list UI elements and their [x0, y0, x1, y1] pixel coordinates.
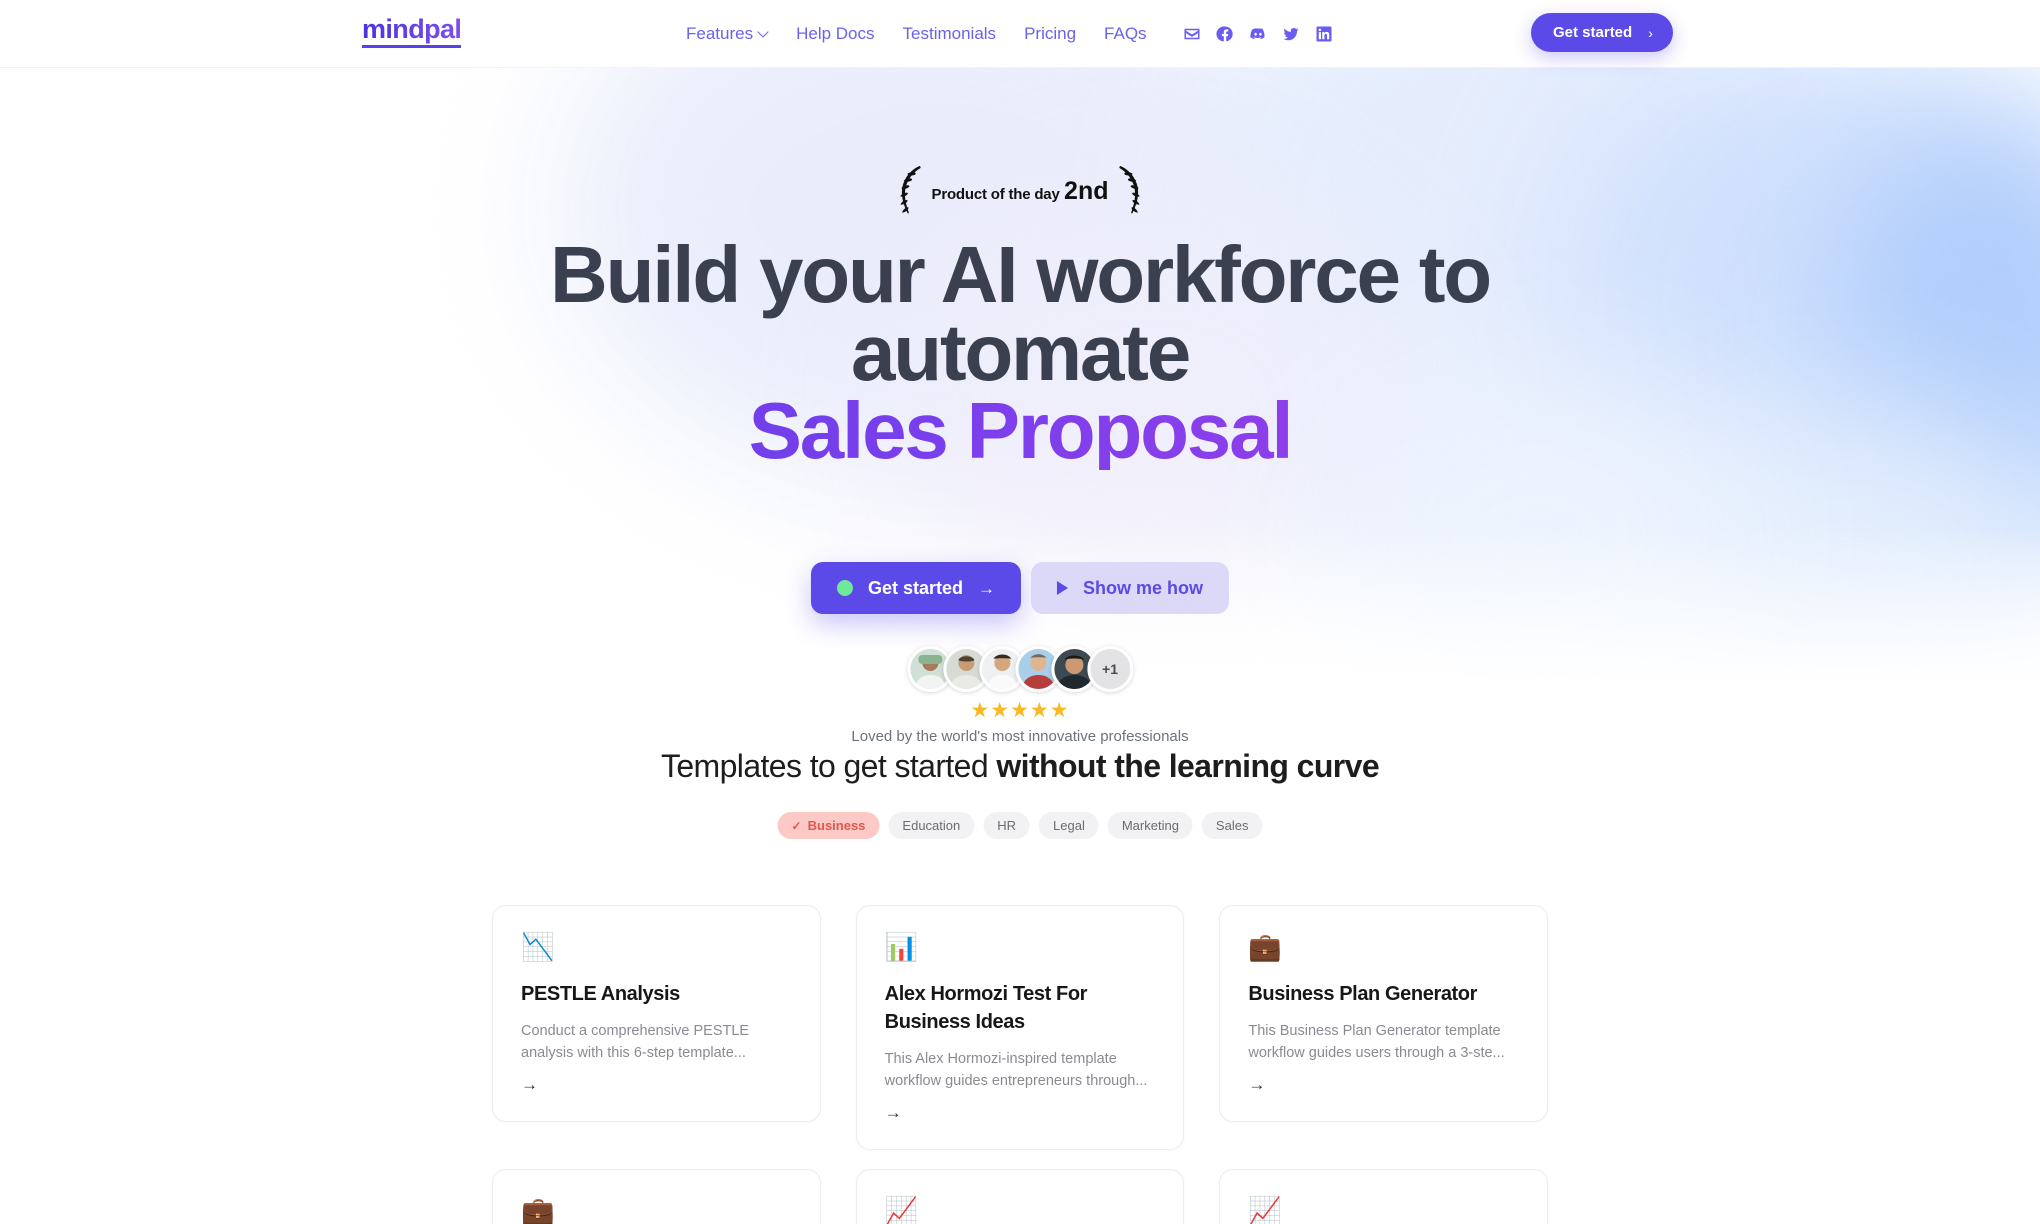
landing-page: mindpal Features Help Docs Testimonials … — [0, 0, 2040, 1224]
laurel-right-icon — [1116, 164, 1150, 218]
pill-education[interactable]: Education — [888, 812, 975, 839]
header-get-started-button[interactable]: Get started › — [1531, 13, 1673, 52]
template-card-description: Conduct a comprehensive PESTLE analysis … — [521, 1023, 750, 1061]
chevron-right-icon: › — [1648, 24, 1653, 41]
arrow-right-icon[interactable]: → — [1248, 1076, 1519, 1093]
template-card-title: Business Plan Generator — [1248, 983, 1478, 1005]
arrow-right-icon[interactable]: → — [885, 1104, 1156, 1121]
play-icon — [1057, 581, 1069, 595]
pill-sales[interactable]: Sales — [1201, 812, 1263, 839]
product-hunt-title: Product of the day — [931, 186, 1060, 203]
chart-increasing-icon: 📈 — [884, 1196, 919, 1224]
pill-legal[interactable]: Legal — [1039, 812, 1099, 839]
social-proof-text: Loved by the world's most innovative pro… — [851, 728, 1189, 745]
facebook-icon[interactable] — [1215, 25, 1234, 43]
arrow-right-icon[interactable]: → — [521, 1076, 792, 1093]
main-nav: Features Help Docs Testimonials Pricing … — [686, 0, 1333, 68]
bar-chart-icon: 📊 — [884, 932, 919, 962]
template-card-title: PESTLE Analysis — [521, 983, 680, 1005]
headline-highlight: Sales Proposal — [240, 391, 1800, 471]
template-card-description: This Alex Hormozi-inspired template work… — [884, 1051, 1148, 1089]
product-hunt-rank: 2nd — [1064, 177, 1109, 205]
pill-business[interactable]: ✓ Business — [777, 812, 880, 839]
template-card-grid-row2: 💼 📈 📈 — [492, 1169, 1549, 1224]
discord-icon[interactable] — [1249, 25, 1267, 43]
chart-increasing-icon: 📈 — [1248, 1196, 1282, 1224]
header-get-started-label: Get started — [1553, 24, 1633, 41]
nav-item-faqs[interactable]: FAQs — [1104, 24, 1147, 44]
template-card[interactable]: 📊 Alex Hormozi Test For Business Ideas T… — [855, 905, 1185, 1150]
hero-cta-row: Get started → Show me how — [810, 562, 1230, 614]
briefcase-icon: 💼 — [1248, 932, 1282, 962]
template-card[interactable]: 💼 — [492, 1169, 821, 1224]
headline-line-2: automate — [850, 308, 1191, 397]
nav-item-pricing[interactable]: Pricing — [1024, 24, 1076, 44]
template-card[interactable]: 💼 Business Plan Generator This Business … — [1219, 905, 1549, 1122]
linkedin-icon[interactable] — [1315, 25, 1333, 43]
templates-heading: Templates to get started without the lea… — [660, 748, 1380, 785]
twitter-icon[interactable] — [1282, 25, 1300, 43]
nav-item-features[interactable]: Features — [686, 24, 768, 44]
avatar-overflow-count: +1 — [1087, 646, 1133, 692]
template-card-grid: 📉 PESTLE Analysis Conduct a comprehensiv… — [492, 905, 1549, 1150]
nav-item-help-docs[interactable]: Help Docs — [796, 24, 874, 44]
template-card[interactable]: 📉 PESTLE Analysis Conduct a comprehensiv… — [492, 905, 821, 1122]
nav-item-testimonials[interactable]: Testimonials — [903, 24, 997, 44]
laurel-left-icon — [890, 164, 924, 218]
template-card-description: This Business Plan Generator template wo… — [1248, 1023, 1505, 1061]
logo-mindpal[interactable]: mindpal — [362, 14, 462, 48]
pill-marketing[interactable]: Marketing — [1107, 812, 1193, 839]
email-icon[interactable] — [1183, 25, 1201, 43]
briefcase-icon: 💼 — [521, 1196, 555, 1224]
hero-show-me-how-button[interactable]: Show me how — [1031, 562, 1230, 614]
arrow-right-icon: → — [978, 578, 996, 598]
social-proof: +1 ★★★★★ Loved by the world's most innov… — [851, 646, 1189, 745]
headline-line-1: Build your AI workforce to — [550, 230, 1492, 319]
hero-show-me-how-label: Show me how — [1083, 577, 1204, 598]
chart-decreasing-icon: 📉 — [521, 932, 555, 962]
social-links — [1183, 25, 1333, 43]
hero-headline: Build your AI workforce to automate Sale… — [240, 230, 1800, 471]
templates-heading-bold: without the learning curve — [996, 748, 1380, 784]
template-card[interactable]: 📈 — [855, 1169, 1185, 1224]
templates-heading-regular: Templates to get started — [660, 748, 997, 784]
category-filter-pills: ✓ Business Education HR Legal Marketing … — [777, 812, 1263, 839]
chevron-down-icon — [759, 28, 768, 37]
pill-business-label: Business — [807, 818, 866, 833]
status-dot-icon — [836, 580, 853, 596]
pill-hr[interactable]: HR — [983, 812, 1031, 839]
template-card[interactable]: 📈 — [1219, 1169, 1549, 1224]
hero-get-started-label: Get started — [867, 577, 964, 598]
check-icon: ✓ — [791, 818, 802, 833]
site-header: mindpal Features Help Docs Testimonials … — [0, 0, 2040, 68]
avatar-group: +1 — [907, 646, 1133, 692]
hero-get-started-button[interactable]: Get started → — [810, 562, 1022, 614]
nav-label-features: Features — [686, 24, 754, 43]
rating-stars: ★★★★★ — [970, 699, 1070, 722]
product-hunt-badge[interactable]: Product of the day 2nd — [890, 162, 1151, 220]
template-card-title: Alex Hormozi Test For Business Ideas — [884, 983, 1088, 1033]
